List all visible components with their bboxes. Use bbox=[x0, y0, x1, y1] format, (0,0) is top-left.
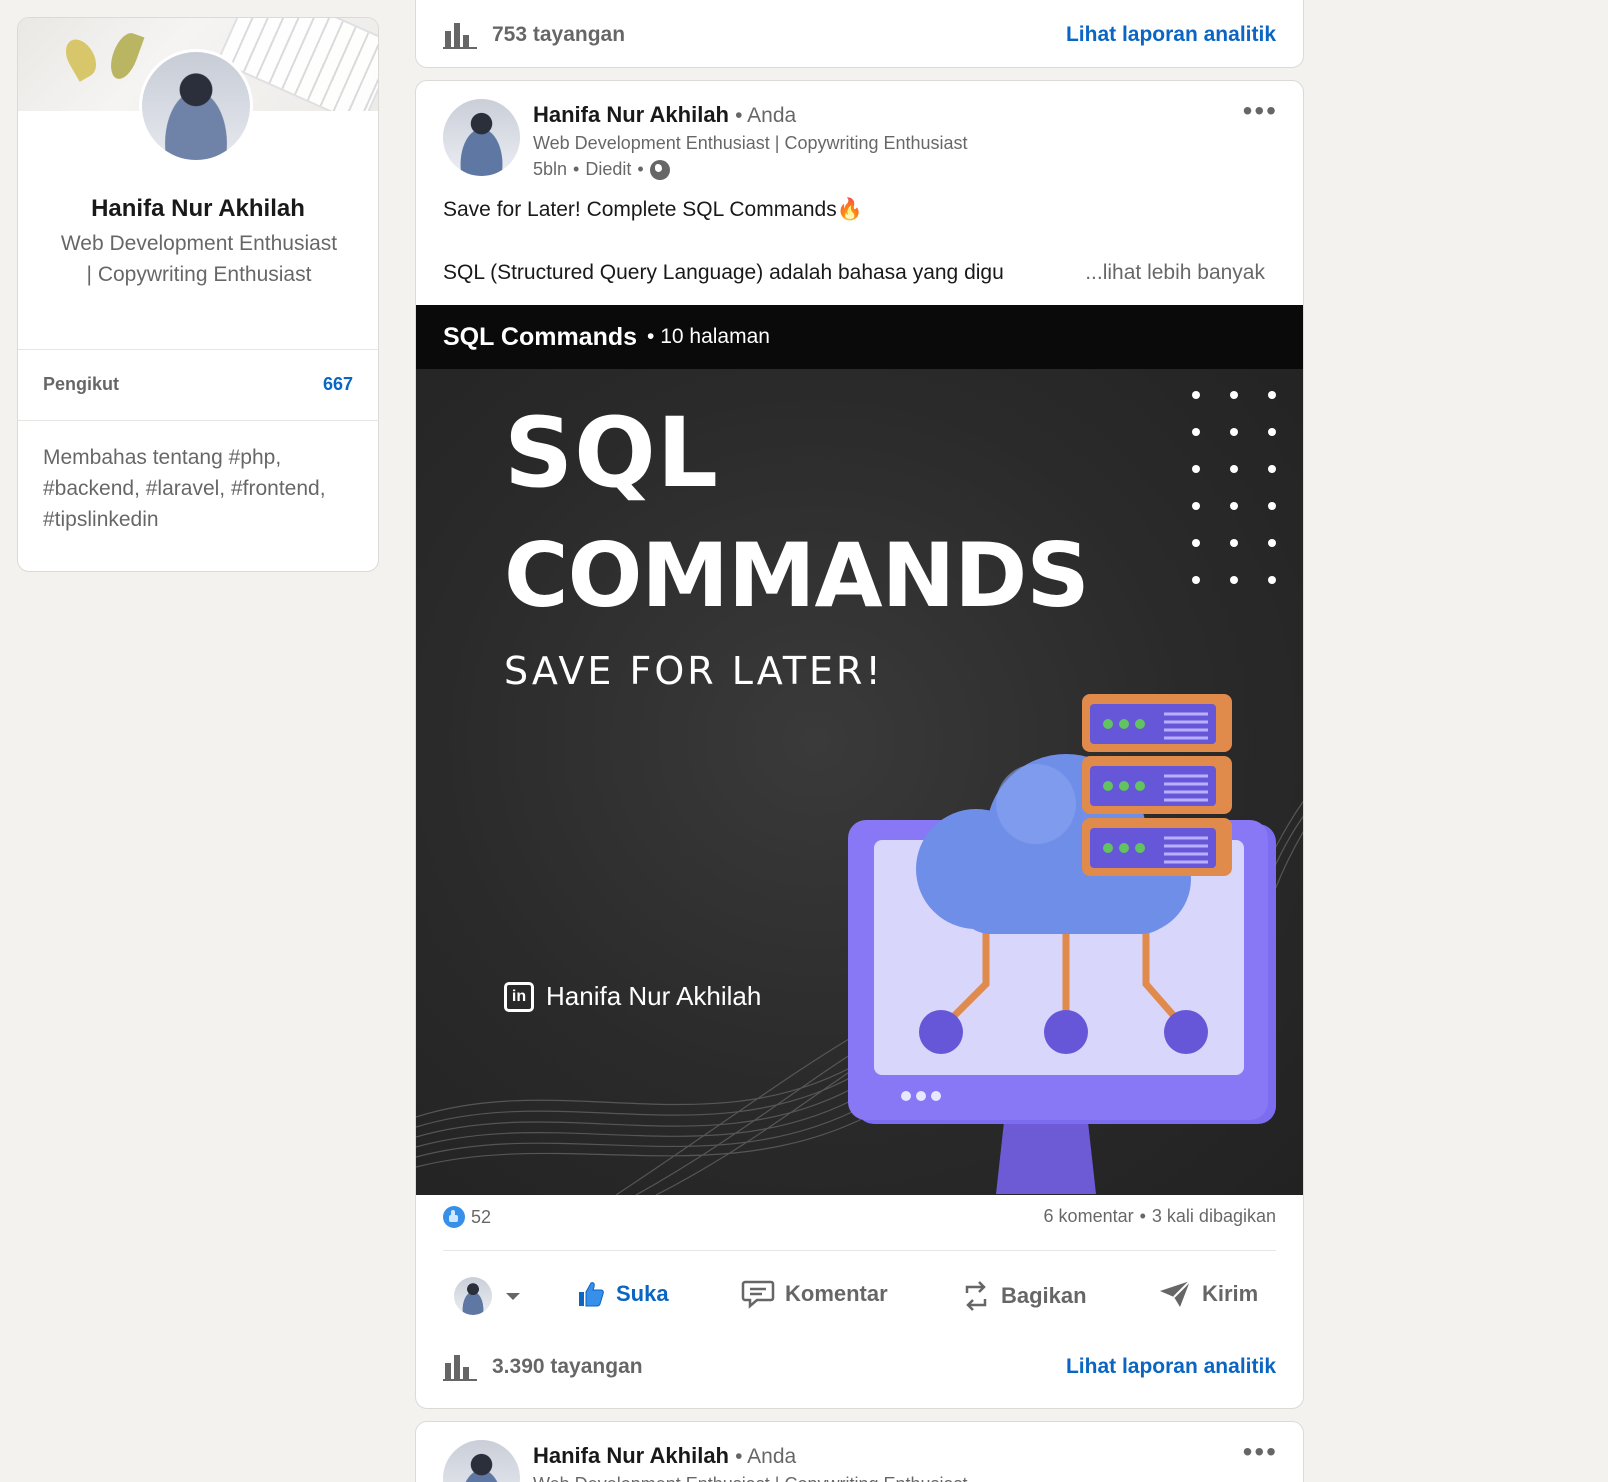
profile-name[interactable]: Hanifa Nur Akhilah bbox=[18, 195, 378, 223]
next-author-relation: • Anda bbox=[735, 1445, 797, 1468]
author-name[interactable]: Hanifa Nur Akhilah • Anda bbox=[533, 102, 796, 128]
post-meta: 5bln • Diedit • bbox=[533, 159, 670, 180]
author-name-text: Hanifa Nur Akhilah bbox=[533, 102, 729, 127]
next-author-headline: Web Development Enthusiast | Copywriting… bbox=[533, 1474, 968, 1482]
user-avatar bbox=[454, 1277, 492, 1315]
views-count: 753 tayangan bbox=[492, 23, 626, 46]
next-author-name[interactable]: Hanifa Nur Akhilah • Anda bbox=[533, 1443, 796, 1469]
globe-icon bbox=[649, 159, 670, 180]
author-headline: Web Development Enthusiast | Copywriting… bbox=[533, 133, 968, 153]
like-reaction-icon bbox=[443, 1206, 465, 1228]
slide-title-line1: SQL bbox=[504, 397, 719, 509]
dot-grid-decoration bbox=[1192, 391, 1276, 584]
repost-icon bbox=[965, 1281, 987, 1311]
post-time: 5bln bbox=[533, 159, 568, 179]
see-more-link[interactable]: ...lihat lebih banyak bbox=[1085, 261, 1265, 285]
document-header[interactable]: SQL Commands • 10 halaman bbox=[416, 305, 1303, 369]
linkedin-icon: in bbox=[504, 981, 534, 1012]
profile-avatar[interactable] bbox=[139, 49, 253, 163]
send-icon bbox=[1160, 1280, 1191, 1307]
comment-button[interactable]: Komentar bbox=[741, 1279, 888, 1309]
author-avatar[interactable] bbox=[443, 99, 520, 176]
post-actions-bar: Suka Komentar Bagikan Kirim bbox=[416, 1259, 1303, 1339]
post-views-row[interactable]: 3.390 tayangan bbox=[443, 1353, 643, 1381]
thumbs-up-icon bbox=[579, 1282, 604, 1307]
analytics-link[interactable]: Lihat laporan analitik bbox=[1066, 23, 1276, 47]
social-counts: 6 komentar • 3 kali dibagikan bbox=[1043, 1206, 1276, 1226]
repost-button[interactable]: Bagikan bbox=[961, 1279, 1087, 1313]
reactions-summary[interactable]: 52 bbox=[443, 1206, 491, 1228]
reactions-count: 52 bbox=[471, 1206, 492, 1227]
next-author-name-text: Hanifa Nur Akhilah bbox=[533, 1443, 729, 1468]
views-row[interactable]: 753 tayangan bbox=[443, 21, 625, 49]
slide-author-name: Hanifa Nur Akhilah bbox=[546, 981, 762, 1011]
slide-subtitle: SAVE FOR LATER! bbox=[504, 649, 884, 693]
more-options-button[interactable]: ••• bbox=[1243, 95, 1278, 127]
reaction-identity-selector[interactable] bbox=[454, 1277, 520, 1315]
followers-count[interactable]: 667 bbox=[323, 374, 353, 395]
post-views-count: 3.390 tayangan bbox=[492, 1355, 643, 1378]
author-relation: • Anda bbox=[735, 104, 797, 127]
send-label: Kirim bbox=[1202, 1281, 1259, 1306]
next-more-options-button[interactable]: ••• bbox=[1243, 1436, 1278, 1468]
bar-chart-icon bbox=[443, 23, 477, 49]
post-text-body: SQL (Structured Query Language) adalah b… bbox=[443, 261, 1004, 284]
feed-post: Hanifa Nur Akhilah • Anda Web Developmen… bbox=[415, 80, 1304, 1409]
post-analytics-link[interactable]: Lihat laporan analitik bbox=[1066, 1355, 1276, 1379]
previous-post-footer: 753 tayangan Lihat laporan analitik bbox=[415, 0, 1304, 68]
comment-icon bbox=[741, 1280, 775, 1309]
chevron-down-icon bbox=[506, 1292, 520, 1300]
document-slide[interactable]: SQL COMMANDS SAVE FOR LATER! in Hanifa N… bbox=[416, 369, 1303, 1195]
send-button[interactable]: Kirim bbox=[1158, 1279, 1258, 1309]
document-title: SQL Commands bbox=[443, 322, 638, 351]
post-edited: Diedit bbox=[585, 159, 632, 179]
followers-label[interactable]: Pengikut bbox=[43, 374, 119, 395]
cloud-server-illustration bbox=[848, 694, 1276, 1194]
repost-label: Bagikan bbox=[1001, 1283, 1087, 1308]
post-text-title: Save for Later! Complete SQL Commands🔥 bbox=[443, 198, 863, 221]
like-button[interactable]: Suka bbox=[576, 1279, 669, 1309]
profile-card: Hanifa Nur Akhilah Web Development Enthu… bbox=[17, 17, 379, 572]
shares-count[interactable]: 3 kali dibagikan bbox=[1152, 1206, 1276, 1226]
like-label: Suka bbox=[616, 1281, 669, 1306]
comment-label: Komentar bbox=[785, 1281, 888, 1306]
profile-headline: Web Development Enthusiast | Copywriting… bbox=[60, 232, 338, 286]
slide-title-line2: COMMANDS bbox=[504, 524, 1090, 627]
comments-count[interactable]: 6 komentar bbox=[1044, 1206, 1134, 1226]
next-author-avatar[interactable] bbox=[443, 1440, 520, 1482]
next-feed-post: Hanifa Nur Akhilah • Anda Web Developmen… bbox=[415, 1421, 1304, 1482]
bar-chart-icon bbox=[443, 1355, 477, 1381]
profile-about: Membahas tentang #php, #backend, #larave… bbox=[43, 446, 326, 531]
slide-author: in Hanifa Nur Akhilah bbox=[504, 981, 761, 1012]
document-pages: • 10 halaman bbox=[647, 325, 770, 348]
